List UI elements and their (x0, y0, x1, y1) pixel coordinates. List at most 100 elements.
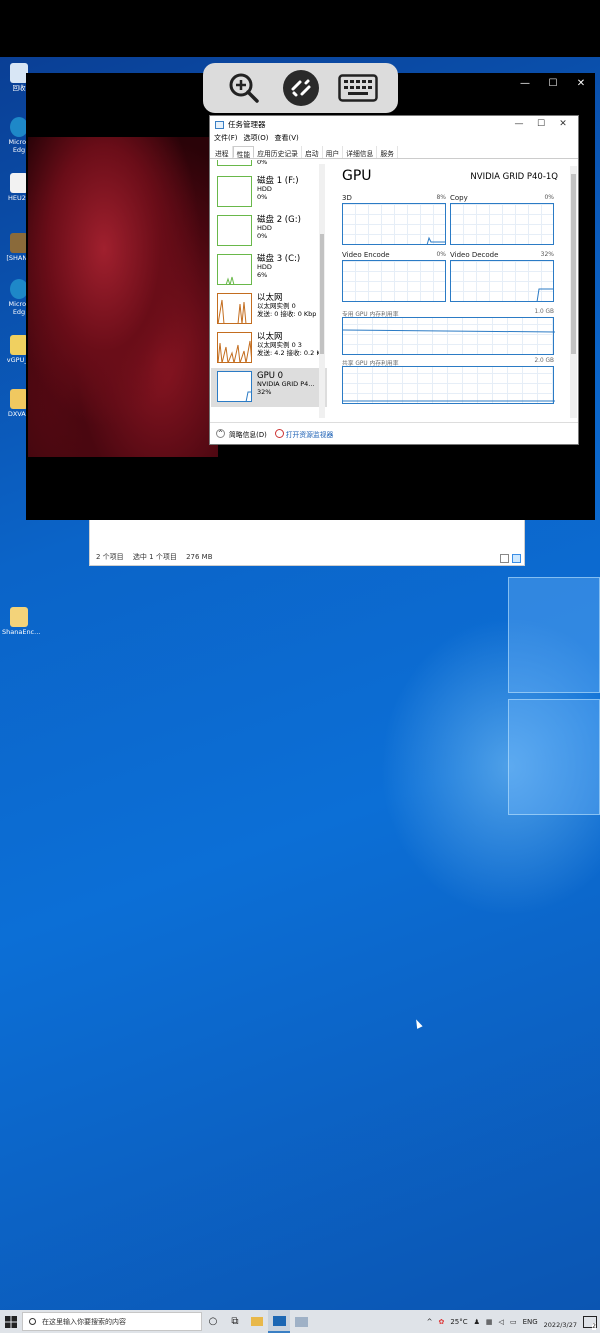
chevron-up-icon[interactable]: ^ (216, 429, 225, 438)
remote-desktop-button[interactable] (281, 68, 321, 108)
mem-graph (342, 317, 556, 355)
engine-copy[interactable]: Copy 0% (450, 194, 554, 245)
menu-bar: 文件(F) 选项(O) 查看(V) (210, 133, 305, 145)
tab-users[interactable]: 用户 (323, 146, 344, 158)
remote-desktop-taskbar-button[interactable] (268, 1310, 290, 1333)
taskbar: 在这里输入你要搜索的内容 ○ ⧉ ^ ✿ 25°C ♟ ▦ ◁ ▭ ENG 20… (0, 1310, 600, 1333)
disk-activity-graph (225, 276, 235, 284)
tab-app-history[interactable]: 应用历史记录 (254, 146, 302, 158)
close-button[interactable]: ✕ (552, 117, 574, 132)
gpu-activity-graph (245, 391, 251, 401)
selected-count: 选中 1 个项目 (132, 553, 177, 561)
fewer-details-button[interactable]: 简略信息(D) (229, 429, 267, 439)
tray-overflow-icon[interactable]: ^ (427, 1318, 433, 1326)
scroll-thumb[interactable] (320, 234, 324, 354)
device-item-disk-1[interactable]: 磁盘 1 (F:) HDD 0% (211, 173, 327, 212)
device-value: 0% (257, 160, 268, 166)
start-button[interactable] (0, 1310, 22, 1333)
dedicated-memory-graph[interactable]: 专用 GPU 内存利用率 1.0 GB (342, 309, 556, 355)
device-value: 6% (257, 270, 268, 279)
device-value: 发送: 4.2 接收: 0.2 K (257, 348, 321, 357)
device-item-ethernet-0[interactable]: 以太网 以太网实例 0 发送: 0 接收: 0 Kbp (211, 290, 327, 329)
explorer-window[interactable]: 2 个项目 选中 1 个项目 276 MB (89, 516, 525, 566)
weather-temperature[interactable]: 25°C (450, 1318, 467, 1326)
engine-graph (450, 203, 554, 245)
device-value: 32% (257, 387, 272, 396)
desktop-icon-shanaenc[interactable]: ShanaEnc... (2, 607, 40, 636)
task-view-button[interactable]: ⧉ (224, 1310, 246, 1333)
device-item-ethernet-3[interactable]: 以太网 以太网实例 0 3 发送: 4.2 接收: 0.2 K (211, 329, 327, 368)
scroll-thumb[interactable] (571, 174, 576, 354)
large-icons-view-icon[interactable] (512, 554, 521, 563)
weather-icon: ✿ (438, 1317, 445, 1326)
mem-label: 共享 GPU 内存利用率 (342, 361, 399, 367)
tab-performance[interactable]: 性能 (232, 146, 255, 159)
minimize-button[interactable]: — (511, 75, 539, 93)
engine-pct: 0% (436, 251, 446, 258)
task-manager-window[interactable]: 任务管理器 — ☐ ✕ 文件(F) 选项(O) 查看(V) 进程 性能 应用历史… (209, 115, 579, 445)
engine-video-encode[interactable]: Video Encode 0% (342, 251, 446, 302)
gpu-thumbnail (217, 371, 252, 402)
mem-graph (342, 366, 555, 404)
tab-processes[interactable]: 进程 (212, 146, 233, 158)
device-value: 0% (257, 192, 268, 201)
menu-view[interactable]: 查看(V) (274, 133, 298, 145)
keyboard-icon (337, 74, 378, 102)
detail-scrollbar[interactable] (570, 166, 577, 418)
volume-icon[interactable]: ◁ (499, 1318, 504, 1326)
engine-pct: 8% (436, 194, 446, 201)
battery-icon[interactable]: ▭ (510, 1318, 517, 1326)
engine-graph (342, 260, 446, 302)
remote-toolbar (203, 63, 398, 113)
network-icon[interactable]: ▦ (486, 1318, 493, 1326)
gpu-heading: GPU (342, 168, 372, 184)
menu-options[interactable]: 选项(O) (244, 133, 269, 145)
disk-thumbnail (217, 254, 252, 285)
task-manager-icon (215, 120, 224, 129)
device-item-disk-2[interactable]: 磁盘 2 (G:) HDD 0% (211, 212, 327, 251)
engine-label: Video Encode (342, 251, 390, 259)
maximize-button[interactable]: ☐ (530, 117, 552, 132)
notification-center-icon[interactable]: 2 (583, 1315, 597, 1330)
status-strip (0, 0, 600, 57)
engine-video-decode[interactable]: Video Decode 32% (450, 251, 554, 302)
tab-details[interactable]: 详细信息 (343, 146, 378, 158)
people-icon[interactable]: ♟ (474, 1318, 480, 1326)
input-language[interactable]: ENG (523, 1318, 538, 1326)
details-view-icon[interactable] (500, 554, 509, 563)
selected-size: 276 MB (186, 553, 213, 561)
engine-label: 3D (342, 194, 352, 202)
title-bar[interactable]: 任务管理器 — ☐ ✕ (210, 116, 578, 133)
remote-desktop-icon (272, 1315, 286, 1326)
remote-window-controls: — ☐ ✕ (511, 75, 595, 93)
folder-icon (251, 1317, 263, 1326)
shared-memory-graph[interactable]: 共享 GPU 内存利用率 2.0 GB (342, 358, 555, 404)
tab-startup[interactable]: 启动 (302, 146, 323, 158)
maximize-button[interactable]: ☐ (539, 75, 567, 93)
windows-logo-pane (508, 699, 600, 815)
app-taskbar-button[interactable] (290, 1310, 312, 1333)
open-resource-monitor-link[interactable]: 打开资源监视器 (286, 429, 334, 439)
device-list-scrollbar[interactable] (319, 164, 325, 418)
ethernet-activity-graph (218, 340, 251, 362)
engine-3d[interactable]: 3D 8% (342, 194, 446, 245)
device-item-disk-0[interactable]: HDD 0% (211, 160, 327, 173)
search-box[interactable]: 在这里输入你要搜索的内容 (22, 1312, 202, 1331)
remote-desktop-icon (282, 70, 319, 106)
explorer-taskbar-button[interactable] (246, 1310, 268, 1333)
zoom-in-button[interactable] (224, 68, 264, 108)
cortana-button[interactable]: ○ (202, 1310, 224, 1333)
tab-services[interactable]: 服务 (377, 146, 398, 158)
keyboard-button[interactable] (337, 68, 378, 108)
menu-file[interactable]: 文件(F) (214, 133, 238, 145)
search-placeholder: 在这里输入你要搜索的内容 (42, 1317, 126, 1326)
search-icon (29, 1318, 36, 1325)
close-button[interactable]: ✕ (567, 75, 595, 93)
clock-date[interactable]: 2022/3/27 (544, 1322, 577, 1329)
device-item-disk-3[interactable]: 磁盘 3 (C:) HDD 6% (211, 251, 327, 290)
minimize-button[interactable]: — (508, 117, 530, 132)
device-item-gpu-0[interactable]: GPU 0 NVIDIA GRID P4... 32% (211, 368, 327, 407)
engine-pct: 32% (540, 251, 554, 258)
engine-label: Copy (450, 194, 468, 202)
engine-3d-graph (426, 236, 445, 244)
